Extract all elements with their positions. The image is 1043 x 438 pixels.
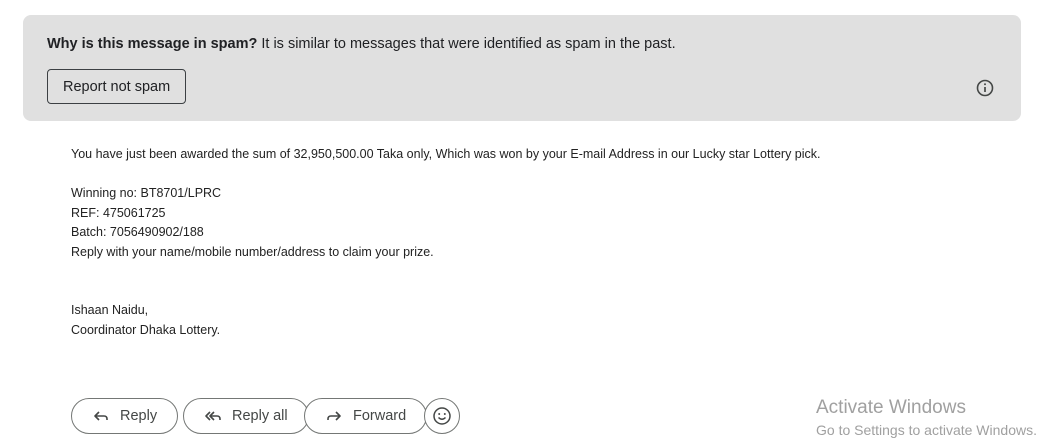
reply-label: Reply [120,408,158,424]
reply-button[interactable]: Reply [71,398,179,434]
signature-name: Ishaan Naidu, [71,303,149,317]
activate-windows-subtitle: Go to Settings to activate Windows. [816,422,1037,438]
message-award-line: You have just been awarded the sum of 32… [71,147,821,161]
signature-title: Coordinator Dhaka Lottery. [71,323,221,337]
message-batch: Batch: 7056490902/188 [71,225,204,239]
message-reply-instruction: Reply with your name/mobile number/addre… [71,245,434,259]
info-icon[interactable] [975,78,995,98]
forward-icon [327,411,341,421]
emoji-reaction-button[interactable] [424,398,460,434]
report-not-spam-button[interactable]: Report not spam [47,69,187,104]
spam-heading: Why is this message in spam? [47,36,258,52]
reply-all-button[interactable]: Reply all [183,398,309,434]
reply-icon [94,411,108,421]
reply-all-label: Reply all [232,408,288,424]
activate-windows-title: Activate Windows [816,397,966,418]
spam-reason: It is similar to messages that were iden… [257,36,676,52]
message-ref: REF: 475061725 [71,206,166,220]
message-winning-no: Winning no: BT8701/LPRC [71,186,222,200]
forward-button[interactable]: Forward [304,398,428,434]
spam-banner: Why is this message in spam? It is simil… [23,15,1021,121]
spam-explanation: Why is this message in spam? It is simil… [47,36,676,52]
reply-all-icon [205,411,221,421]
smiley-icon [433,407,451,425]
forward-label: Forward [353,408,407,424]
